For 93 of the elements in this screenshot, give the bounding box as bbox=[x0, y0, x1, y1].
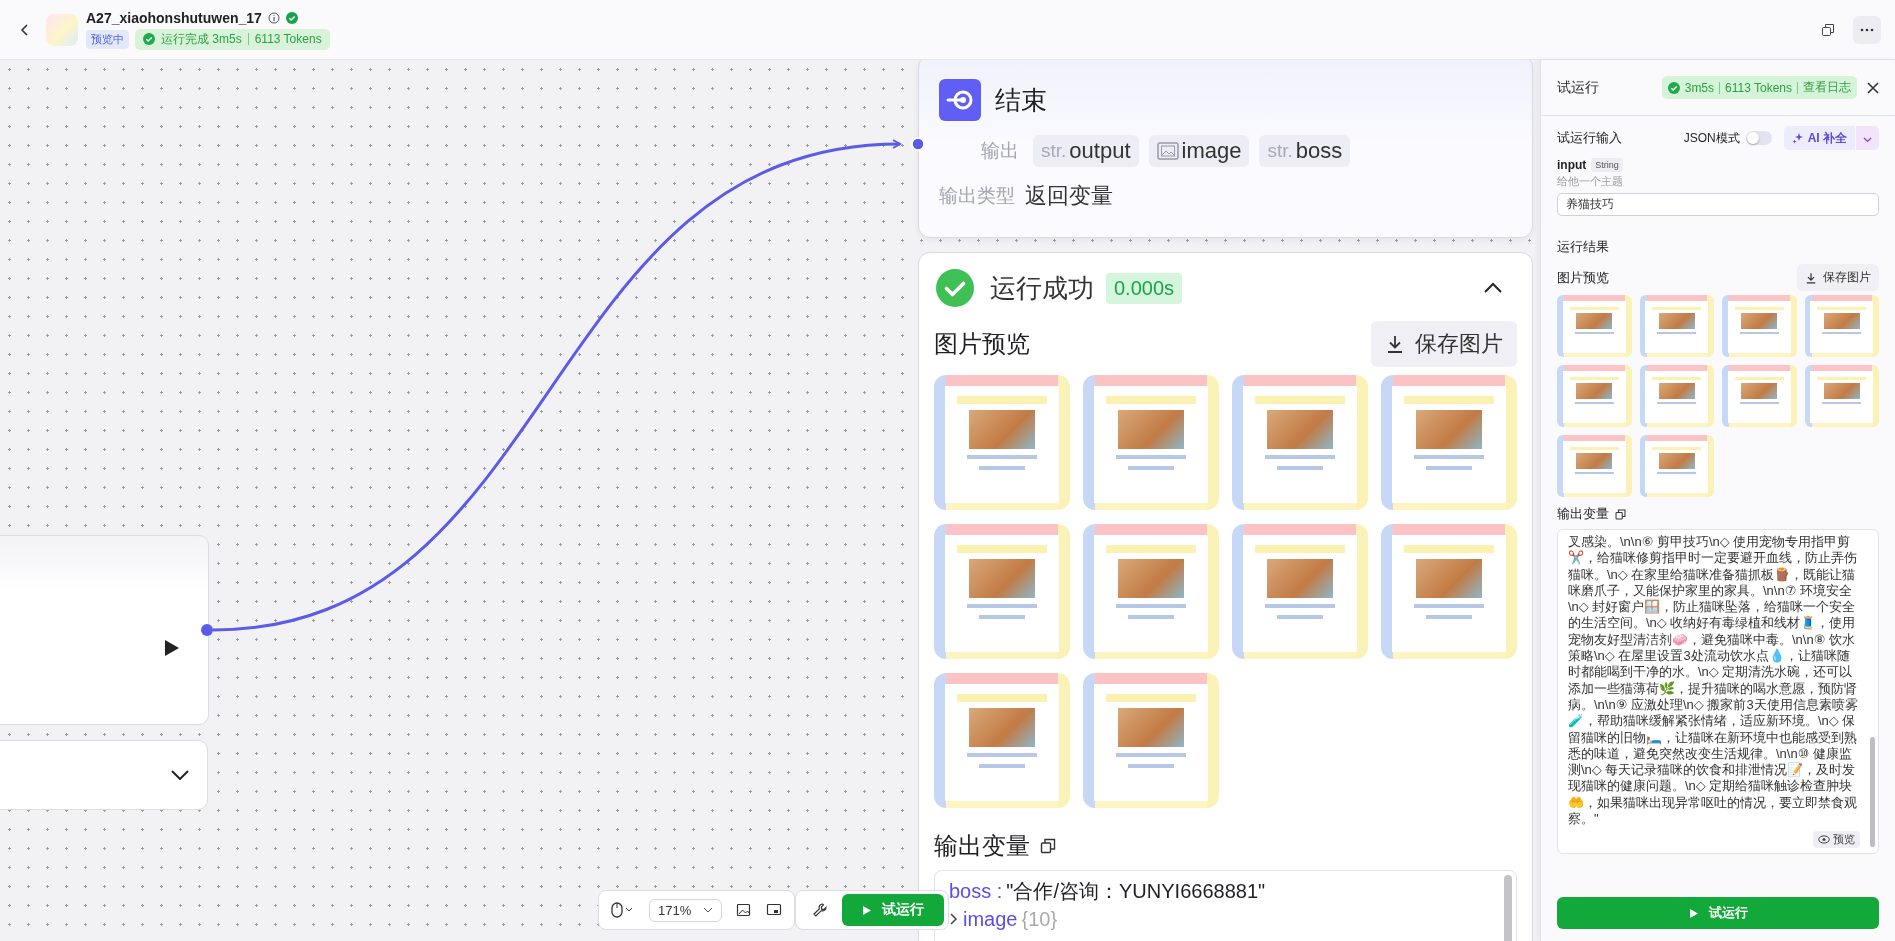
collapsed-node[interactable] bbox=[0, 740, 208, 810]
preview-thumbnail[interactable] bbox=[1722, 365, 1797, 427]
run-duration: 3m5s bbox=[1684, 80, 1715, 95]
preview-image[interactable] bbox=[1232, 375, 1368, 510]
output-text: 叉感染。\n\n⑥ 剪甲技巧\n◇ 使用宠物专用指甲剪✂，给猫咪修剪指甲时一定要避开血线，防止弄伤猫咪。\n◇ 在家里给猫咪准备猫抓板🪵，既能让猫咪磨爪子，又能保护家里的家具。\n\n⑦ 环境安全\n◇ 封好窗户🪟，防止猫咪坠落，给猫咪一个安全的生活空间。\n◇ 收纳好有毒绿植和线材🧵，使用宠物友好型清洁剂🧼，避免猫咪中毒。\n\n⑧ 饮水策略\n◇ 在屋里设置3处流动饮水点💧，让猫咪随时都能喝到干净的水。\n◇ 定期清洗水碗，还可以添加一些猫薄荷🌿，提升猫咪的喝水意愿，预防肾病。\n\n⑨ 应激处理\n◇ 搬家前3天使用信息素喷雾🧪，帮助猫咪缓解紧张情绪，适应新环境。\n◇ 保留猫咪的旧物🛏，让猫咪在新环境中也能感受到熟悉的味道，避免突然改变生活规律。\n\n⑩ 健康监测\n◇ 每天记录猫咪的饮食和排泄情况📝，及时发现猫咪的健康问题。\n◇ 定期给猫咪触诊检查肿块🤲，如果猫咪出现异常呕吐的情况，要立即禁食观察。" bbox=[1568, 534, 1859, 828]
section-title: 输出变量 bbox=[934, 831, 1030, 861]
json-mode-label: JSON模式 bbox=[1683, 129, 1740, 147]
workflow-node[interactable] bbox=[0, 535, 209, 725]
play-icon bbox=[1688, 907, 1699, 919]
json-mode-toggle[interactable] bbox=[1745, 131, 1772, 145]
preview-thumbnail[interactable] bbox=[1557, 435, 1632, 497]
end-node-card[interactable]: 结束 输出 str.output image str.boss 输出类型 返回变量 bbox=[918, 60, 1533, 238]
output-chip: str.output bbox=[1033, 135, 1139, 167]
token-count: 6113 Tokens bbox=[254, 32, 322, 46]
end-node-icon bbox=[939, 79, 981, 121]
close-icon[interactable] bbox=[1867, 81, 1879, 94]
variable-key[interactable]: image bbox=[963, 907, 1018, 931]
time-badge: 0.000s bbox=[1106, 272, 1183, 304]
preview-thumbnail[interactable] bbox=[1639, 295, 1714, 357]
check-circle-icon bbox=[285, 11, 298, 24]
token-count: 6113 Tokens bbox=[1725, 80, 1792, 95]
connection-port[interactable] bbox=[911, 137, 925, 151]
back-icon[interactable] bbox=[20, 22, 30, 37]
ai-complete-button[interactable]: AI 补全 bbox=[1783, 126, 1855, 150]
section-title: 运行结果 bbox=[1557, 238, 1610, 256]
variable-value: "合作/咨询：YUNYI6668881" bbox=[1006, 878, 1266, 904]
workflow-title: A27_xiaohonshutuwen_17 bbox=[86, 9, 262, 26]
chevron-down-icon bbox=[703, 907, 714, 913]
preview-image[interactable] bbox=[934, 673, 1070, 808]
play-icon bbox=[862, 904, 872, 916]
mouse-mode-icon[interactable] bbox=[611, 902, 635, 918]
preview-image[interactable] bbox=[934, 375, 1070, 510]
field-name: input bbox=[1557, 158, 1587, 172]
preview-thumbnail[interactable] bbox=[1639, 365, 1714, 427]
image-icon[interactable] bbox=[736, 902, 753, 918]
copy-icon[interactable] bbox=[1615, 508, 1626, 520]
chevron-down-icon[interactable] bbox=[171, 770, 189, 780]
app-logo bbox=[46, 13, 78, 46]
preview-thumbnail[interactable] bbox=[1722, 295, 1797, 357]
input-field[interactable]: 养猫技巧 bbox=[1557, 193, 1879, 216]
field-description: 给他一个主题 bbox=[1557, 174, 1624, 189]
node-title: 结束 bbox=[995, 83, 1047, 117]
preview-button[interactable]: 预览 bbox=[1813, 831, 1860, 849]
check-circle-icon bbox=[936, 269, 974, 307]
preview-image[interactable] bbox=[1381, 524, 1517, 659]
preview-image[interactable] bbox=[1381, 375, 1517, 510]
preview-thumbnail[interactable] bbox=[1639, 435, 1714, 497]
output-chip: str.boss bbox=[1259, 135, 1351, 167]
copy-icon[interactable] bbox=[1821, 22, 1835, 37]
section-title: 输出变量 bbox=[1557, 505, 1609, 523]
preview-image[interactable] bbox=[1083, 673, 1219, 808]
check-circle-icon bbox=[143, 33, 155, 45]
copy-icon[interactable] bbox=[1040, 838, 1056, 854]
preview-image[interactable] bbox=[1083, 524, 1219, 659]
image-icon bbox=[1156, 142, 1179, 160]
run-status-text: 运行完成 3m5s bbox=[161, 30, 242, 48]
field-label: 输出类型 bbox=[939, 184, 1015, 208]
preview-thumbnail[interactable] bbox=[1557, 365, 1632, 427]
download-icon bbox=[1805, 271, 1817, 284]
connection-port[interactable] bbox=[201, 624, 213, 636]
sparkle-icon bbox=[1791, 132, 1804, 144]
section-title: 图片预览 bbox=[934, 329, 1030, 359]
field-label: 输出 bbox=[980, 139, 1020, 163]
section-title: 图片预览 bbox=[1557, 268, 1609, 287]
chevron-down-icon bbox=[1863, 136, 1872, 143]
preview-thumbnail[interactable] bbox=[1804, 295, 1879, 357]
type-tag: String bbox=[1591, 158, 1623, 172]
info-icon[interactable] bbox=[267, 11, 280, 24]
zoom-select[interactable]: 171% bbox=[649, 898, 723, 922]
preview-image[interactable] bbox=[1083, 375, 1219, 510]
run-success-title: 运行成功 bbox=[990, 271, 1094, 305]
variable-count: {10} bbox=[1021, 907, 1058, 931]
save-image-button[interactable]: 保存图片 bbox=[1797, 264, 1879, 291]
preview-image[interactable] bbox=[934, 524, 1070, 659]
save-image-button[interactable]: 保存图片 bbox=[1371, 321, 1517, 367]
section-title: 试运行输入 bbox=[1557, 129, 1623, 147]
eye-icon bbox=[1818, 835, 1830, 845]
chevron-icon[interactable] bbox=[1483, 282, 1503, 294]
preview-thumbnail[interactable] bbox=[1557, 295, 1632, 357]
minimap-icon[interactable] bbox=[766, 902, 783, 918]
download-icon bbox=[1385, 334, 1405, 354]
scrollbar[interactable] bbox=[1870, 737, 1875, 848]
panel-title: 试运行 bbox=[1557, 78, 1600, 97]
wrench-icon[interactable] bbox=[812, 902, 828, 918]
preview-badge: 预览中 bbox=[86, 29, 129, 49]
output-type-value: 返回变量 bbox=[1025, 182, 1113, 210]
output-chip: image bbox=[1148, 135, 1250, 167]
variable-key: boss : bbox=[949, 879, 1003, 903]
preview-image[interactable] bbox=[1232, 524, 1368, 659]
dropdown-button[interactable] bbox=[1856, 126, 1879, 150]
check-circle-icon bbox=[1667, 81, 1680, 94]
preview-thumbnail[interactable] bbox=[1804, 365, 1879, 427]
play-icon[interactable] bbox=[164, 639, 180, 657]
